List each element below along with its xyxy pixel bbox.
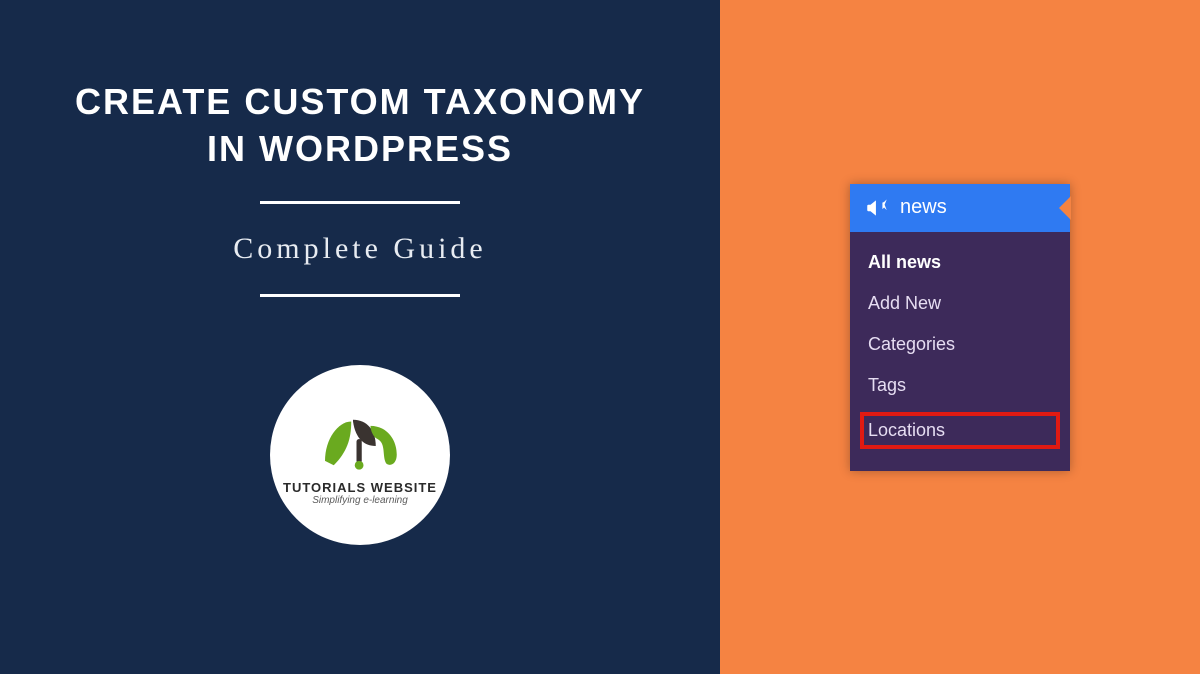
wp-menu-item-tags[interactable]: Tags	[850, 365, 1070, 406]
wp-menu-item-label: Tags	[868, 375, 906, 395]
wp-menu-item-label: Categories	[868, 334, 955, 354]
active-indicator-icon	[1059, 196, 1071, 220]
logo-brand-main: TUTORIALS WEBSITE	[283, 480, 437, 495]
wp-menu-header-label: news	[900, 196, 947, 219]
left-panel: CREATE CUSTOM TAXONOMY IN WORDPRESS Comp…	[0, 0, 720, 674]
wp-menu-header-news[interactable]: news	[850, 184, 1070, 232]
wp-menu-item-categories[interactable]: Categories	[850, 324, 1070, 365]
subtitle: Complete Guide	[233, 232, 486, 266]
wp-menu-item-label: Add New	[868, 293, 941, 313]
wp-admin-menu: news All news Add New Categories Tags Lo…	[850, 184, 1070, 471]
divider-bottom	[260, 294, 460, 297]
title-line-1: CREATE CUSTOM TAXONOMY	[75, 81, 645, 122]
wp-menu-item-locations[interactable]: Locations	[858, 410, 1062, 451]
logo-badge: TUTORIALS WEBSITE Simplifying e-learning	[270, 365, 450, 545]
title-line-2: IN WORDPRESS	[207, 128, 513, 169]
wp-menu-item-add-new[interactable]: Add New	[850, 283, 1070, 324]
wp-menu-item-label: Locations	[868, 420, 945, 440]
main-title: CREATE CUSTOM TAXONOMY IN WORDPRESS	[75, 79, 645, 173]
banner-stage: CREATE CUSTOM TAXONOMY IN WORDPRESS Comp…	[0, 0, 1200, 674]
logo-brand-sub: Simplifying e-learning	[312, 495, 408, 506]
right-panel: news All news Add New Categories Tags Lo…	[720, 0, 1200, 674]
megaphone-icon	[864, 195, 890, 221]
logo-mark-icon	[315, 404, 405, 474]
divider-top	[260, 201, 460, 204]
wp-menu-list: All news Add New Categories Tags Locatio…	[850, 232, 1070, 471]
wp-menu-item-label: All news	[868, 252, 941, 272]
wp-menu-item-all-news[interactable]: All news	[850, 242, 1070, 283]
